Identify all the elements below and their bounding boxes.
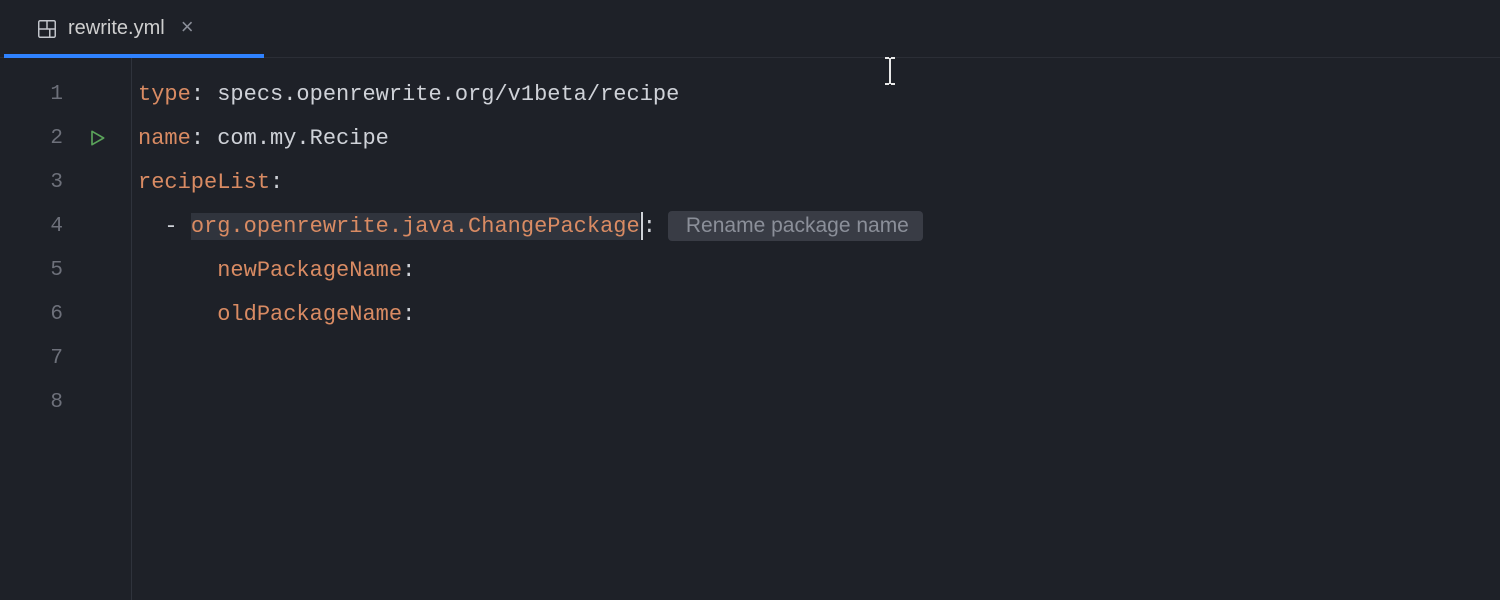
yaml-key: type — [138, 82, 191, 107]
inline-hint: Rename package name — [668, 211, 923, 241]
yaml-key: newPackageName — [217, 258, 402, 283]
close-icon[interactable]: × — [181, 16, 194, 41]
code-line[interactable]: name: com.my.Recipe — [132, 116, 1500, 160]
yaml-value: com.my.Recipe — [217, 126, 389, 151]
yaml-key: name — [138, 126, 191, 151]
line-number[interactable]: 1 — [0, 72, 131, 116]
line-number[interactable]: 5 — [0, 248, 131, 292]
code-line[interactable]: oldPackageName: — [132, 292, 1500, 336]
code-line[interactable]: type: specs.openrewrite.org/v1beta/recip… — [132, 72, 1500, 116]
line-number[interactable]: 6 — [0, 292, 131, 336]
code-content[interactable]: type: specs.openrewrite.org/v1beta/recip… — [132, 58, 1500, 600]
code-line[interactable]: recipeList: — [132, 160, 1500, 204]
editor-area: 1 2 3 4 5 6 7 8 type: specs.openrewrite.… — [0, 58, 1500, 600]
yaml-key: recipeList — [138, 170, 270, 195]
tab-filename: rewrite.yml — [68, 17, 165, 40]
line-number[interactable]: 4 — [0, 204, 131, 248]
gutter: 1 2 3 4 5 6 7 8 — [0, 58, 132, 600]
play-icon[interactable] — [87, 128, 107, 148]
yaml-key: oldPackageName — [217, 302, 402, 327]
code-line[interactable] — [132, 336, 1500, 380]
file-icon — [36, 18, 58, 40]
yaml-value: specs.openrewrite.org/v1beta/recipe — [217, 82, 679, 107]
line-number[interactable]: 2 — [0, 116, 131, 160]
tab-bar: rewrite.yml × — [0, 0, 1500, 58]
line-number[interactable]: 3 — [0, 160, 131, 204]
code-line[interactable]: newPackageName: — [132, 248, 1500, 292]
code-line[interactable] — [132, 380, 1500, 424]
line-number[interactable]: 8 — [0, 380, 131, 424]
line-number[interactable]: 7 — [0, 336, 131, 380]
yaml-dash: - — [164, 214, 190, 239]
yaml-key: org.openrewrite.java.ChangePackage — [191, 213, 640, 240]
file-tab[interactable]: rewrite.yml × — [28, 0, 202, 57]
code-line[interactable]: - org.openrewrite.java.ChangePackage:Ren… — [132, 204, 1500, 248]
